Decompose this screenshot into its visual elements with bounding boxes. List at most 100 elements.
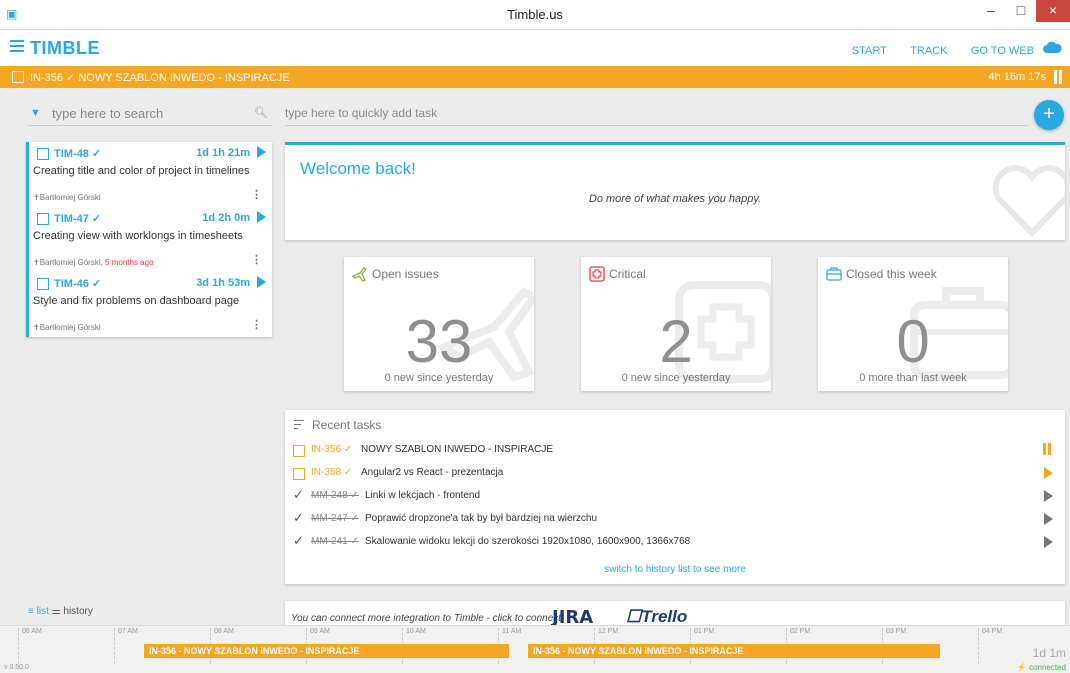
- menu-icon[interactable]: [10, 40, 24, 55]
- medical-icon: [589, 266, 605, 282]
- jira-logo[interactable]: JIRA: [552, 607, 593, 626]
- search-field[interactable]: ▼ type here to search 🔍︎: [28, 100, 272, 126]
- welcome-card: Welcome back! Do more of what makes you …: [285, 142, 1065, 240]
- filter-icon[interactable]: ▼: [30, 107, 41, 119]
- app-header: TIMBLE START TRACK GO TO WEB: [0, 30, 1070, 66]
- briefcase-icon: [826, 267, 842, 281]
- done-check-icon: ✓: [293, 533, 304, 548]
- nav-track[interactable]: TRACK: [910, 45, 947, 57]
- app-version: v 0.50.0: [4, 664, 29, 671]
- pause-icon[interactable]: [1054, 70, 1064, 84]
- pause-icon[interactable]: [1043, 443, 1053, 458]
- heart-icon: [992, 165, 1065, 238]
- search-input[interactable]: type here to search: [52, 106, 163, 121]
- task-description: Linki w lekcjach - frontend: [365, 490, 481, 501]
- task-id[interactable]: TIM-48 ✓: [54, 147, 101, 160]
- minimize-button[interactable]: –: [976, 0, 1006, 22]
- done-check-icon: ✓: [293, 487, 304, 502]
- more-menu-icon[interactable]: ⋮: [251, 188, 262, 201]
- task-user: ✝Bartłomiej Górski: [33, 193, 101, 202]
- task-checkbox[interactable]: [293, 468, 305, 480]
- stat-subtitle: 0 new since yesterday: [621, 372, 731, 384]
- task-checkbox[interactable]: [37, 213, 49, 225]
- stat-subtitle: 0 new since yesterday: [384, 372, 494, 384]
- play-icon[interactable]: [1044, 467, 1053, 479]
- timeline-segment[interactable]: IN-356 - NOWY SZABLON INWEDO - INSPIRACJ…: [528, 644, 940, 658]
- task-list: TIM-48 ✓ 1d 1h 21m Creating title and co…: [26, 142, 272, 337]
- brand-logo: TIMBLE: [30, 38, 100, 58]
- task-id[interactable]: TIM-47 ✓: [54, 212, 101, 225]
- recent-task-row[interactable]: IN-358 ✓ Angular2 vs React - prezentacja: [293, 464, 1057, 486]
- task-id[interactable]: IN-356 ✓: [311, 444, 352, 455]
- stat-card-closed-this-week[interactable]: Closed this week 0 0 more than last week: [818, 257, 1008, 391]
- welcome-subtitle: Do more of what makes you happy.: [588, 193, 762, 205]
- recent-tasks-title: Recent tasks: [312, 418, 382, 432]
- task-checkbox[interactable]: [37, 148, 49, 160]
- task-item[interactable]: TIM-46 ✓ 3d 1h 53m Style and fix problem…: [29, 272, 272, 337]
- task-id[interactable]: TIM-46 ✓: [54, 277, 101, 290]
- task-id[interactable]: MM-241 ✓: [311, 536, 359, 547]
- play-icon[interactable]: [257, 211, 266, 223]
- integration-text: You can connect more integration to Timb…: [291, 613, 564, 624]
- play-icon[interactable]: [257, 146, 266, 158]
- recent-tasks-card: Recent tasks IN-356 ✓ NOWY SZABLON INWED…: [285, 410, 1065, 584]
- task-id[interactable]: MM-247 ✓: [311, 513, 359, 524]
- plane-icon: [352, 267, 368, 282]
- window-title: Timble.us: [507, 7, 563, 22]
- timeline: 06 AM 07 AM 08 AM 09 AM 10 AM 11 AM 12 P…: [0, 625, 1070, 673]
- timeline-segment[interactable]: IN-356 - NOWY SZABLON INWEDO - INSPIRACJ…: [144, 644, 509, 658]
- task-user: ✝Bartłomiej Górski, 5 months ago: [33, 258, 154, 267]
- quick-add-field[interactable]: type here to quickly add task: [285, 100, 1028, 126]
- task-checkbox[interactable]: [293, 445, 305, 457]
- history-view-toggle[interactable]: ⚌ history: [52, 606, 93, 617]
- task-description: Skalowanie widoku lekcji do szerokości 1…: [365, 536, 691, 547]
- task-user: ✝Bartłomiej Górski: [33, 323, 101, 332]
- history-link[interactable]: switch to history list to see more: [285, 564, 1065, 575]
- task-item[interactable]: TIM-47 ✓ 1d 2h 0m Creating view with wor…: [29, 207, 272, 272]
- top-nav: START TRACK GO TO WEB: [832, 43, 1034, 57]
- active-task-bar[interactable]: IN-356 ✓ NOWY SZABLON INWEDO - INSPIRACJ…: [0, 66, 1070, 88]
- more-menu-icon[interactable]: ⋮: [251, 253, 262, 266]
- play-icon[interactable]: [1044, 490, 1053, 502]
- stat-card-critical[interactable]: Critical 2 0 new since yesterday: [581, 257, 771, 391]
- list-view-toggle[interactable]: ≡ list: [28, 606, 49, 617]
- add-task-button[interactable]: +: [1034, 100, 1064, 130]
- stat-card-open-issues[interactable]: Open issues 33 0 new since yesterday: [344, 257, 534, 391]
- done-check-icon: ✓: [293, 510, 304, 525]
- stat-value: 2: [659, 308, 693, 375]
- play-icon[interactable]: [1044, 513, 1053, 525]
- view-toggle: ≡ list ⚌ history: [28, 606, 93, 617]
- close-button[interactable]: ×: [1036, 0, 1070, 22]
- task-id[interactable]: MM-248 ✓: [311, 490, 359, 501]
- quick-add-input[interactable]: type here to quickly add task: [285, 106, 437, 120]
- stat-title: Open issues: [372, 267, 439, 281]
- cloud-icon[interactable]: [1042, 41, 1062, 53]
- more-menu-icon[interactable]: ⋮: [251, 318, 262, 331]
- active-task-checkbox[interactable]: [12, 71, 24, 83]
- task-item[interactable]: TIM-48 ✓ 1d 1h 21m Creating title and co…: [29, 142, 272, 207]
- recent-task-row[interactable]: ✓ MM-241 ✓ Skalowanie widoku lekcji do s…: [293, 533, 1057, 555]
- task-time: 3d 1h 53m: [196, 277, 250, 289]
- integration-bar: You can connect more integration to Timb…: [285, 601, 1065, 626]
- title-bar: ▣ Timble.us – □ ×: [0, 0, 1070, 30]
- welcome-title: Welcome back!: [300, 159, 416, 178]
- nav-start[interactable]: START: [852, 45, 887, 57]
- maximize-button[interactable]: □: [1006, 0, 1036, 22]
- timeline-total: 1d 1m: [1032, 646, 1066, 660]
- recent-task-row[interactable]: IN-356 ✓ NOWY SZABLON INWEDO - INSPIRACJ…: [293, 441, 1057, 463]
- timeline-tick: 06 AM: [18, 628, 42, 664]
- task-id[interactable]: IN-358 ✓: [311, 467, 352, 478]
- recent-task-row[interactable]: ✓ MM-248 ✓ Linki w lekcjach - frontend: [293, 487, 1057, 509]
- stat-subtitle: 0 more than last week: [859, 372, 967, 384]
- trello-logo[interactable]: ☐Trello: [626, 607, 687, 626]
- active-task-timer: 4h 16m 17s: [988, 71, 1046, 83]
- stat-value: 0: [896, 308, 930, 375]
- task-checkbox[interactable]: [37, 278, 49, 290]
- play-icon[interactable]: [257, 276, 266, 288]
- task-description: Style and fix problems on dashboard page: [33, 295, 240, 307]
- recent-task-row[interactable]: ✓ MM-247 ✓ Poprawić dropzone'a tak by by…: [293, 510, 1057, 532]
- stat-title: Critical: [609, 267, 646, 281]
- active-task-label: IN-356 ✓ NOWY SZABLON INWEDO - INSPIRACJ…: [30, 72, 290, 84]
- nav-go-to-web[interactable]: GO TO WEB: [971, 45, 1034, 57]
- play-icon[interactable]: [1044, 536, 1053, 548]
